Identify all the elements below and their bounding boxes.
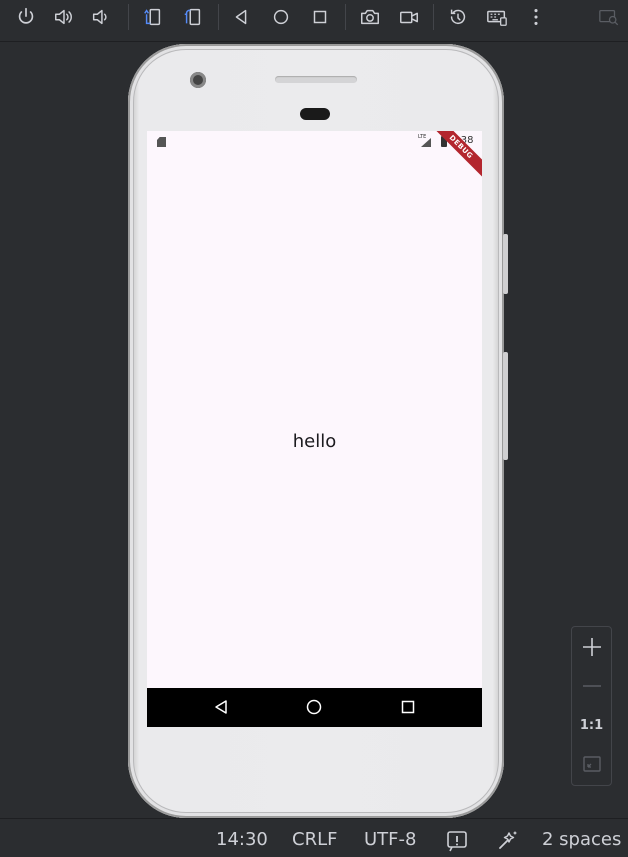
rotate-right-button[interactable] <box>178 4 208 30</box>
line-separator[interactable]: CRLF <box>292 829 337 850</box>
volume-down-button[interactable] <box>86 4 116 30</box>
more-button[interactable] <box>521 4 551 30</box>
warning-icon <box>447 831 467 852</box>
emulator-toolbar <box>0 0 628 42</box>
network-type: LTE <box>418 134 427 140</box>
snapshot-button[interactable] <box>443 4 473 30</box>
snapshot-icon <box>450 9 466 25</box>
zoom-out-button[interactable] <box>572 667 611 705</box>
keyboard-button[interactable] <box>482 4 512 30</box>
more-icon <box>534 9 538 25</box>
minus-icon <box>582 685 601 687</box>
toolbar-separator <box>218 4 219 30</box>
volume-up-icon <box>55 9 72 25</box>
screen-record-icon <box>400 11 418 24</box>
rotate-right-icon <box>184 8 201 26</box>
proximity-sensor <box>300 108 330 120</box>
keyboard-icon <box>487 10 507 26</box>
home-icon <box>273 9 289 25</box>
mirror-icon <box>599 9 619 26</box>
nav-home-button[interactable] <box>304 697 324 717</box>
power-button[interactable] <box>11 4 41 30</box>
ide-status-bar: 14:30 CRLF UTF-8 2 spaces <box>0 818 628 852</box>
device-screen[interactable]: LTE 0:38 DEBUG hello <box>147 131 482 727</box>
zoom-controls: 1:1 <box>571 626 612 786</box>
device-volume-rocker <box>503 234 508 294</box>
nav-back-icon <box>215 700 227 714</box>
cursor-position[interactable]: 14:30 <box>216 829 268 850</box>
zoom-in-button[interactable] <box>572 628 611 666</box>
plus-icon <box>582 638 601 656</box>
fit-screen-button[interactable] <box>572 745 611 783</box>
content-text: hello <box>292 431 337 452</box>
nav-back-button[interactable] <box>211 697 231 717</box>
toolbar-separator <box>128 4 129 30</box>
device-power-key <box>503 352 508 460</box>
rotate-left-button[interactable] <box>138 4 168 30</box>
sd-card-icon <box>157 137 166 147</box>
front-camera <box>190 72 206 88</box>
android-nav-bar <box>147 688 482 727</box>
nav-overview-icon <box>401 700 415 714</box>
volume-up-button[interactable] <box>49 4 79 30</box>
back-icon <box>235 9 247 25</box>
rotate-left-icon <box>144 8 161 26</box>
screen-record-button[interactable] <box>394 4 424 30</box>
screenshot-icon <box>361 9 379 25</box>
overview-icon <box>313 10 327 24</box>
nav-overview-button[interactable] <box>398 697 418 717</box>
ai-assistant-button[interactable] <box>497 829 519 856</box>
earpiece-speaker <box>275 76 357 83</box>
fit-screen-icon <box>582 756 601 772</box>
android-status-bar: LTE 0:38 <box>147 131 482 151</box>
file-encoding[interactable]: UTF-8 <box>364 829 416 850</box>
mirror-device-button[interactable] <box>594 4 624 30</box>
actual-size-button[interactable]: 1:1 <box>572 706 611 744</box>
readonly-toggle[interactable] <box>446 830 468 857</box>
toolbar-separator <box>345 4 346 30</box>
nav-home-icon <box>306 699 322 715</box>
actual-size-label: 1:1 <box>579 717 604 733</box>
overview-button[interactable] <box>305 4 335 30</box>
toolbar-separator <box>433 4 434 30</box>
power-icon <box>18 7 34 24</box>
screenshot-button[interactable] <box>355 4 385 30</box>
volume-down-icon <box>92 9 107 25</box>
home-button[interactable] <box>266 4 296 30</box>
back-button[interactable] <box>226 4 256 30</box>
indent-setting[interactable]: 2 spaces <box>542 829 621 850</box>
